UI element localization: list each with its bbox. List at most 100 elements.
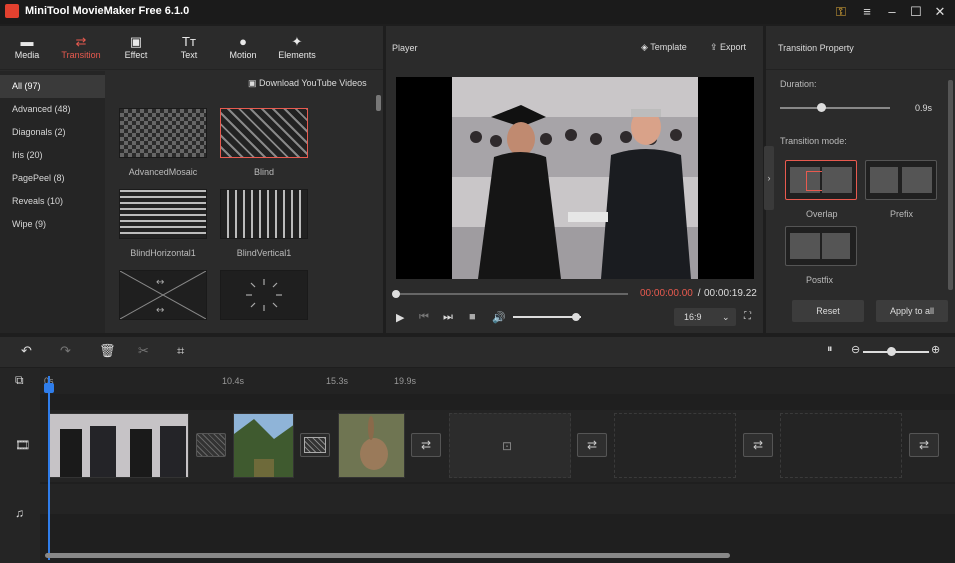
export-button[interactable]: ⇪ Export [710,42,746,53]
volume-slider[interactable] [513,316,581,318]
aspect-ratio-select[interactable]: 16:9 ⌄ [674,308,736,326]
library-toolbar: ▬ Media ⇄ Transition ▣ Effect Tт Text ● Motio… [0,26,383,70]
mode-overlap-label: Overlap [806,209,838,219]
stop-icon[interactable]: ■ [469,311,476,323]
category-wipe[interactable]: Wipe (9) [0,213,105,236]
transition-add-button[interactable]: ⇄ [577,433,607,457]
zoom-slider[interactable] [863,351,929,353]
category-reveals[interactable]: Reveals (10) [0,190,105,213]
duration-label: Duration: [780,79,817,89]
next-frame-icon[interactable]: ⏭ [443,311,453,324]
title-bar: MiniTool MovieMaker Free 6.1.0 ⚿ ≡ – ☐ ✕ [0,0,955,24]
zoom-in-icon[interactable]: ⊕ [931,343,940,356]
transition-blindhorizontal1[interactable] [119,189,207,239]
volume-icon[interactable]: 🔊 [492,311,506,324]
split-icon[interactable]: ✂ [138,343,149,359]
category-list: All (97) Advanced (48) Diagonals (2) Iri… [0,71,105,333]
time-ruler[interactable] [40,368,955,394]
effect-icon: ▣ [129,34,143,49]
maximize-button[interactable]: ☐ [907,3,925,21]
key-icon[interactable]: ⚿ [832,3,850,21]
category-diagonals[interactable]: Diagonals (2) [0,121,105,144]
library-scrollbar[interactable] [376,95,381,111]
download-youtube-link[interactable]: ▣ Download YouTube Videos [248,78,367,89]
video-preview[interactable] [396,77,754,279]
reset-button[interactable]: Reset [792,300,864,322]
chevron-down-icon: ⌄ [722,312,730,322]
transition-slot-selected[interactable] [300,433,330,457]
mode-prefix[interactable] [865,160,937,200]
transition-bowtievertical[interactable]: ↔ ↔ [119,270,207,320]
transition-blindvertical1[interactable] [220,189,308,239]
scrub-bar[interactable] [396,293,628,295]
music-track-icon: ♫ [15,506,24,520]
collapse-panel-button[interactable]: › [764,146,774,210]
delete-icon[interactable]: 🗑 [99,343,116,359]
timeline-scrollbar[interactable] [45,553,730,558]
export-icon: ⇪ [710,42,721,52]
prev-frame-icon[interactable]: ⏮ [419,311,429,324]
video-clip-hare[interactable] [338,413,405,478]
transition-add-button[interactable]: ⇄ [411,433,441,457]
current-time: 00:00:00.00 [640,288,693,299]
template-button[interactable]: ◈ Template [641,42,687,53]
transition-label: BlindVertical1 [236,248,292,258]
transition-add-button[interactable]: ⇄ [909,433,939,457]
tool-motion[interactable]: ● Motion [216,34,270,60]
volume-handle[interactable] [571,313,580,321]
transition-add-button[interactable]: ⇄ [743,433,773,457]
postfix-icon [790,233,820,259]
menu-icon[interactable]: ≡ [858,3,876,21]
transition-mode-label: Transition mode: [780,136,847,146]
tool-effect[interactable]: ▣ Effect [109,34,163,60]
empty-clip-slot[interactable]: ⊡ [449,413,571,478]
minimize-button[interactable]: – [883,3,901,21]
mode-prefix-label: Prefix [890,209,914,219]
property-scrollbar[interactable] [948,80,953,290]
add-track-icon[interactable]: ⧉ [15,373,24,388]
graduation-photo [452,77,698,279]
empty-clip-slot[interactable] [614,413,736,478]
svg-text:↔: ↔ [156,305,164,316]
mode-postfix[interactable] [785,226,857,266]
transition-blind[interactable] [220,108,308,158]
duration-slider[interactable] [780,107,890,109]
transition-burst[interactable] [220,270,308,320]
empty-clip-slot[interactable] [780,413,902,478]
scrub-handle[interactable] [392,290,400,298]
text-icon: Tт [182,34,196,49]
zoom-handle[interactable] [887,347,896,356]
tool-elements[interactable]: ✦ Elements [270,34,324,60]
transition-slot-blind[interactable] [196,433,226,457]
svg-text:↔: ↔ [156,277,164,288]
category-pagepeel[interactable]: PagePeel (8) [0,167,105,190]
transition-advancedmosaic[interactable] [119,108,207,158]
playhead-handle[interactable] [44,383,54,393]
duration-value: 0.9s [915,103,933,113]
apply-to-all-button[interactable]: Apply to all [876,300,948,322]
crop-icon[interactable]: ⌗ [177,343,184,359]
tool-transition[interactable]: ⇄ Transition [54,34,108,60]
duration-handle[interactable] [817,103,826,112]
bowtie-icon: ↔↔ [119,270,207,320]
playhead[interactable] [48,376,50,560]
category-advanced[interactable]: Advanced (48) [0,98,105,121]
redo-icon[interactable]: ↷ [60,343,71,359]
play-icon[interactable]: ▶ [396,311,404,324]
tool-text[interactable]: Tт Text [162,34,216,60]
audio-split-icon[interactable]: ⏸ [827,343,833,356]
video-clip-valley[interactable] [233,413,294,478]
undo-icon[interactable]: ↶ [21,343,32,359]
tick-label: 19.9s [394,376,417,386]
zoom-out-icon[interactable]: ⊖ [851,343,860,356]
mode-overlap[interactable] [785,160,857,200]
category-all[interactable]: All (97) [0,75,105,98]
fullscreen-icon[interactable]: ⛶ [744,311,751,322]
app-title: MiniTool MovieMaker Free 6.1.0 [25,5,190,17]
close-button[interactable]: ✕ [931,3,949,21]
import-icon: ⊡ [502,439,513,453]
category-iris[interactable]: Iris (20) [0,144,105,167]
video-clip-graduation[interactable] [49,413,189,478]
tool-media[interactable]: ▬ Media [0,34,54,60]
total-time: 00:00:19.22 [704,288,757,299]
